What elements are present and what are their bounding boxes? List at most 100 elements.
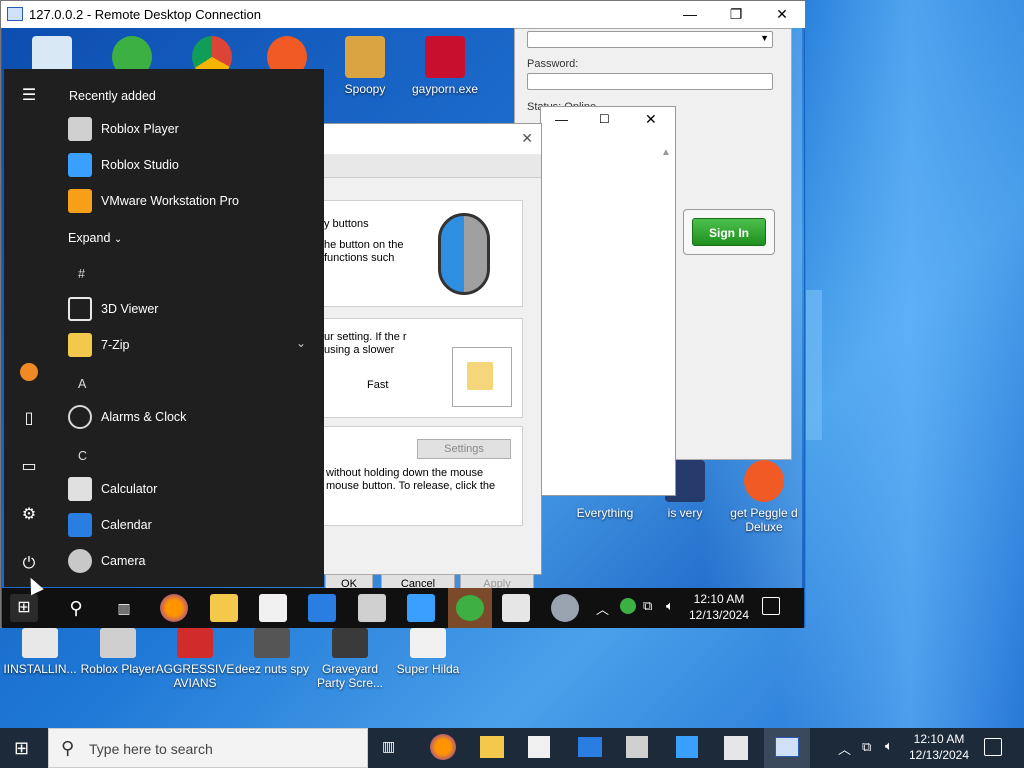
control-panel-icon[interactable]: [724, 736, 748, 760]
start-item-calculator[interactable]: Calculator: [66, 474, 316, 504]
network-icon[interactable]: ⧉: [643, 598, 652, 614]
remote-clock[interactable]: 12:10 AM 12/13/2024: [686, 591, 752, 623]
chevron-down-icon[interactable]: ⌄: [296, 336, 306, 350]
close-button[interactable]: ✕: [521, 130, 533, 147]
button-config-text: y buttons: [324, 218, 369, 230]
messenger-tray-icon[interactable]: [620, 598, 636, 614]
wallpaper-logo-pane: [806, 290, 822, 440]
search-input[interactable]: ⚲ Type here to search: [48, 728, 368, 768]
expand-button[interactable]: Expand ⌄: [68, 231, 122, 245]
close-button[interactable]: ✕: [759, 1, 805, 28]
hamburger-menu-icon[interactable]: ☰: [20, 87, 38, 105]
host-icon-graveyard-party[interactable]: Graveyard Party Scre...: [310, 628, 390, 690]
fast-label: Fast: [367, 379, 389, 391]
roblox-icon[interactable]: [626, 736, 648, 758]
rdp-titlebar[interactable]: 127.0.0.2 - Remote Desktop Connection — …: [1, 1, 805, 28]
store-icon[interactable]: [259, 594, 287, 622]
file-explorer-icon[interactable]: [480, 736, 504, 758]
file-explorer-icon[interactable]: [210, 594, 238, 622]
remote-desktop-icon: [7, 7, 23, 21]
maximize-button[interactable]: ☐: [599, 112, 610, 126]
chevron-up-icon[interactable]: ︿: [596, 599, 609, 618]
host-taskbar: ⊞ ⚲ Type here to search ▥ ︿ ⧉ 🔈︎ 12:10 A…: [0, 728, 1024, 768]
mail-icon[interactable]: [308, 594, 336, 622]
chevron-down-icon[interactable]: ▼: [760, 33, 769, 43]
task-view-icon[interactable]: ▥: [110, 594, 138, 622]
maximize-button[interactable]: ❐: [713, 1, 759, 28]
cancel-button[interactable]: Cancel: [381, 574, 455, 588]
task-view-icon[interactable]: ▥: [382, 738, 395, 755]
rdp-taskbar-button[interactable]: [764, 728, 810, 768]
archive-icon: [345, 36, 385, 78]
notification-icon[interactable]: [762, 597, 780, 615]
start-item-roblox-studio[interactable]: Roblox Studio: [66, 150, 316, 180]
calculator-icon: [68, 477, 92, 501]
mouse-dialog-titlebar[interactable]: ✕: [323, 124, 541, 154]
start-item-vmware[interactable]: VMware Workstation Pro: [66, 186, 316, 216]
ok-button[interactable]: OK: [325, 574, 373, 588]
host-icon-super-hilda[interactable]: Super Hilda: [388, 628, 468, 676]
apply-button[interactable]: Apply: [460, 574, 534, 588]
close-button[interactable]: ✕: [645, 111, 657, 128]
start-item-3d-viewer[interactable]: 3D Viewer: [66, 294, 316, 324]
windows-start-button[interactable]: ⊞: [10, 594, 38, 622]
remote-icon-gayporn-exe[interactable]: gayporn.exe: [405, 36, 485, 96]
volume-icon[interactable]: 🔈︎: [885, 738, 893, 754]
minimize-button[interactable]: —: [555, 112, 568, 127]
volume-icon[interactable]: 🔈︎: [666, 598, 674, 614]
network-icon[interactable]: ⧉: [862, 739, 871, 755]
settings-gear-icon[interactable]: ⚙: [20, 506, 38, 524]
minimize-button[interactable]: —: [667, 1, 713, 28]
mouse-icon: [438, 213, 490, 295]
mail-icon[interactable]: [578, 737, 602, 757]
section-letter-c[interactable]: C: [78, 449, 87, 463]
remote-icon-spoopy[interactable]: Spoopy: [325, 36, 405, 96]
section-letter-a[interactable]: A: [78, 377, 86, 391]
button-config-group: y buttons he button on the functions suc…: [323, 200, 523, 307]
roblox-icon[interactable]: [358, 594, 386, 622]
chevron-up-icon[interactable]: ︿: [838, 739, 851, 758]
host-icon-roblox-player[interactable]: Roblox Player: [78, 628, 158, 676]
folder-test-area[interactable]: [452, 347, 512, 407]
start-item-7zip[interactable]: 7-Zip ⌄: [66, 330, 316, 360]
host-icon-installing[interactable]: IINSTALLIN...: [0, 628, 80, 676]
spy-icon: [254, 628, 290, 658]
section-letter-hash[interactable]: #: [78, 267, 85, 281]
host-icon-deez-nuts-spy[interactable]: deez nuts spy: [232, 628, 312, 676]
password-field[interactable]: [527, 73, 773, 90]
clicklock-group: Settings without holding down the mouse …: [323, 426, 523, 526]
windows-start-button[interactable]: ⊞: [14, 738, 29, 759]
store-icon[interactable]: [528, 736, 550, 758]
roblox-studio-icon[interactable]: [407, 594, 435, 622]
remote-icon-get-peggle-deluxe[interactable]: get Peggle d Deluxe: [724, 460, 804, 534]
username-combo[interactable]: ▼: [527, 31, 773, 48]
start-item-calendar[interactable]: Calendar: [66, 510, 316, 540]
document-icon: [22, 628, 58, 658]
user-avatar[interactable]: [20, 363, 38, 381]
firefox-icon[interactable]: [160, 594, 188, 622]
settings-button[interactable]: Settings: [417, 439, 511, 459]
search-icon[interactable]: ⚲: [62, 594, 90, 622]
roblox-studio-icon: [68, 153, 92, 177]
window-icon[interactable]: [502, 594, 530, 622]
start-item-alarms-clock[interactable]: Alarms & Clock: [66, 402, 316, 432]
pictures-icon[interactable]: ▭: [20, 458, 38, 476]
firefox-icon[interactable]: [430, 734, 456, 760]
host-icon-aggressive-avians[interactable]: AGGRESSIVE AVIANS: [155, 628, 235, 690]
messenger-icon: [456, 595, 484, 621]
power-icon[interactable]: ⏻: [20, 555, 38, 573]
rdp-title: 127.0.0.2 - Remote Desktop Connection: [29, 7, 261, 22]
notification-icon[interactable]: [984, 738, 1002, 756]
messenger-taskbar-button[interactable]: [448, 588, 492, 628]
start-item-camera[interactable]: Camera: [66, 546, 316, 576]
roblox-studio-icon[interactable]: [676, 736, 698, 758]
start-item-roblox-player[interactable]: Roblox Player: [66, 114, 316, 144]
background-window-titlebar[interactable]: — ☐ ✕: [541, 107, 675, 135]
mouse-icon[interactable]: [551, 594, 579, 622]
vertical-scrollbar[interactable]: ▲: [661, 147, 673, 477]
search-icon: ⚲: [61, 738, 75, 758]
documents-icon[interactable]: ▯: [20, 410, 38, 428]
start-menu: ☰ ▯ ▭ ⚙ ⏻ Recently added Roblox Player R…: [4, 69, 324, 587]
sign-in-button[interactable]: Sign In: [692, 218, 766, 246]
host-clock[interactable]: 12:10 AM 12/13/2024: [906, 731, 972, 763]
